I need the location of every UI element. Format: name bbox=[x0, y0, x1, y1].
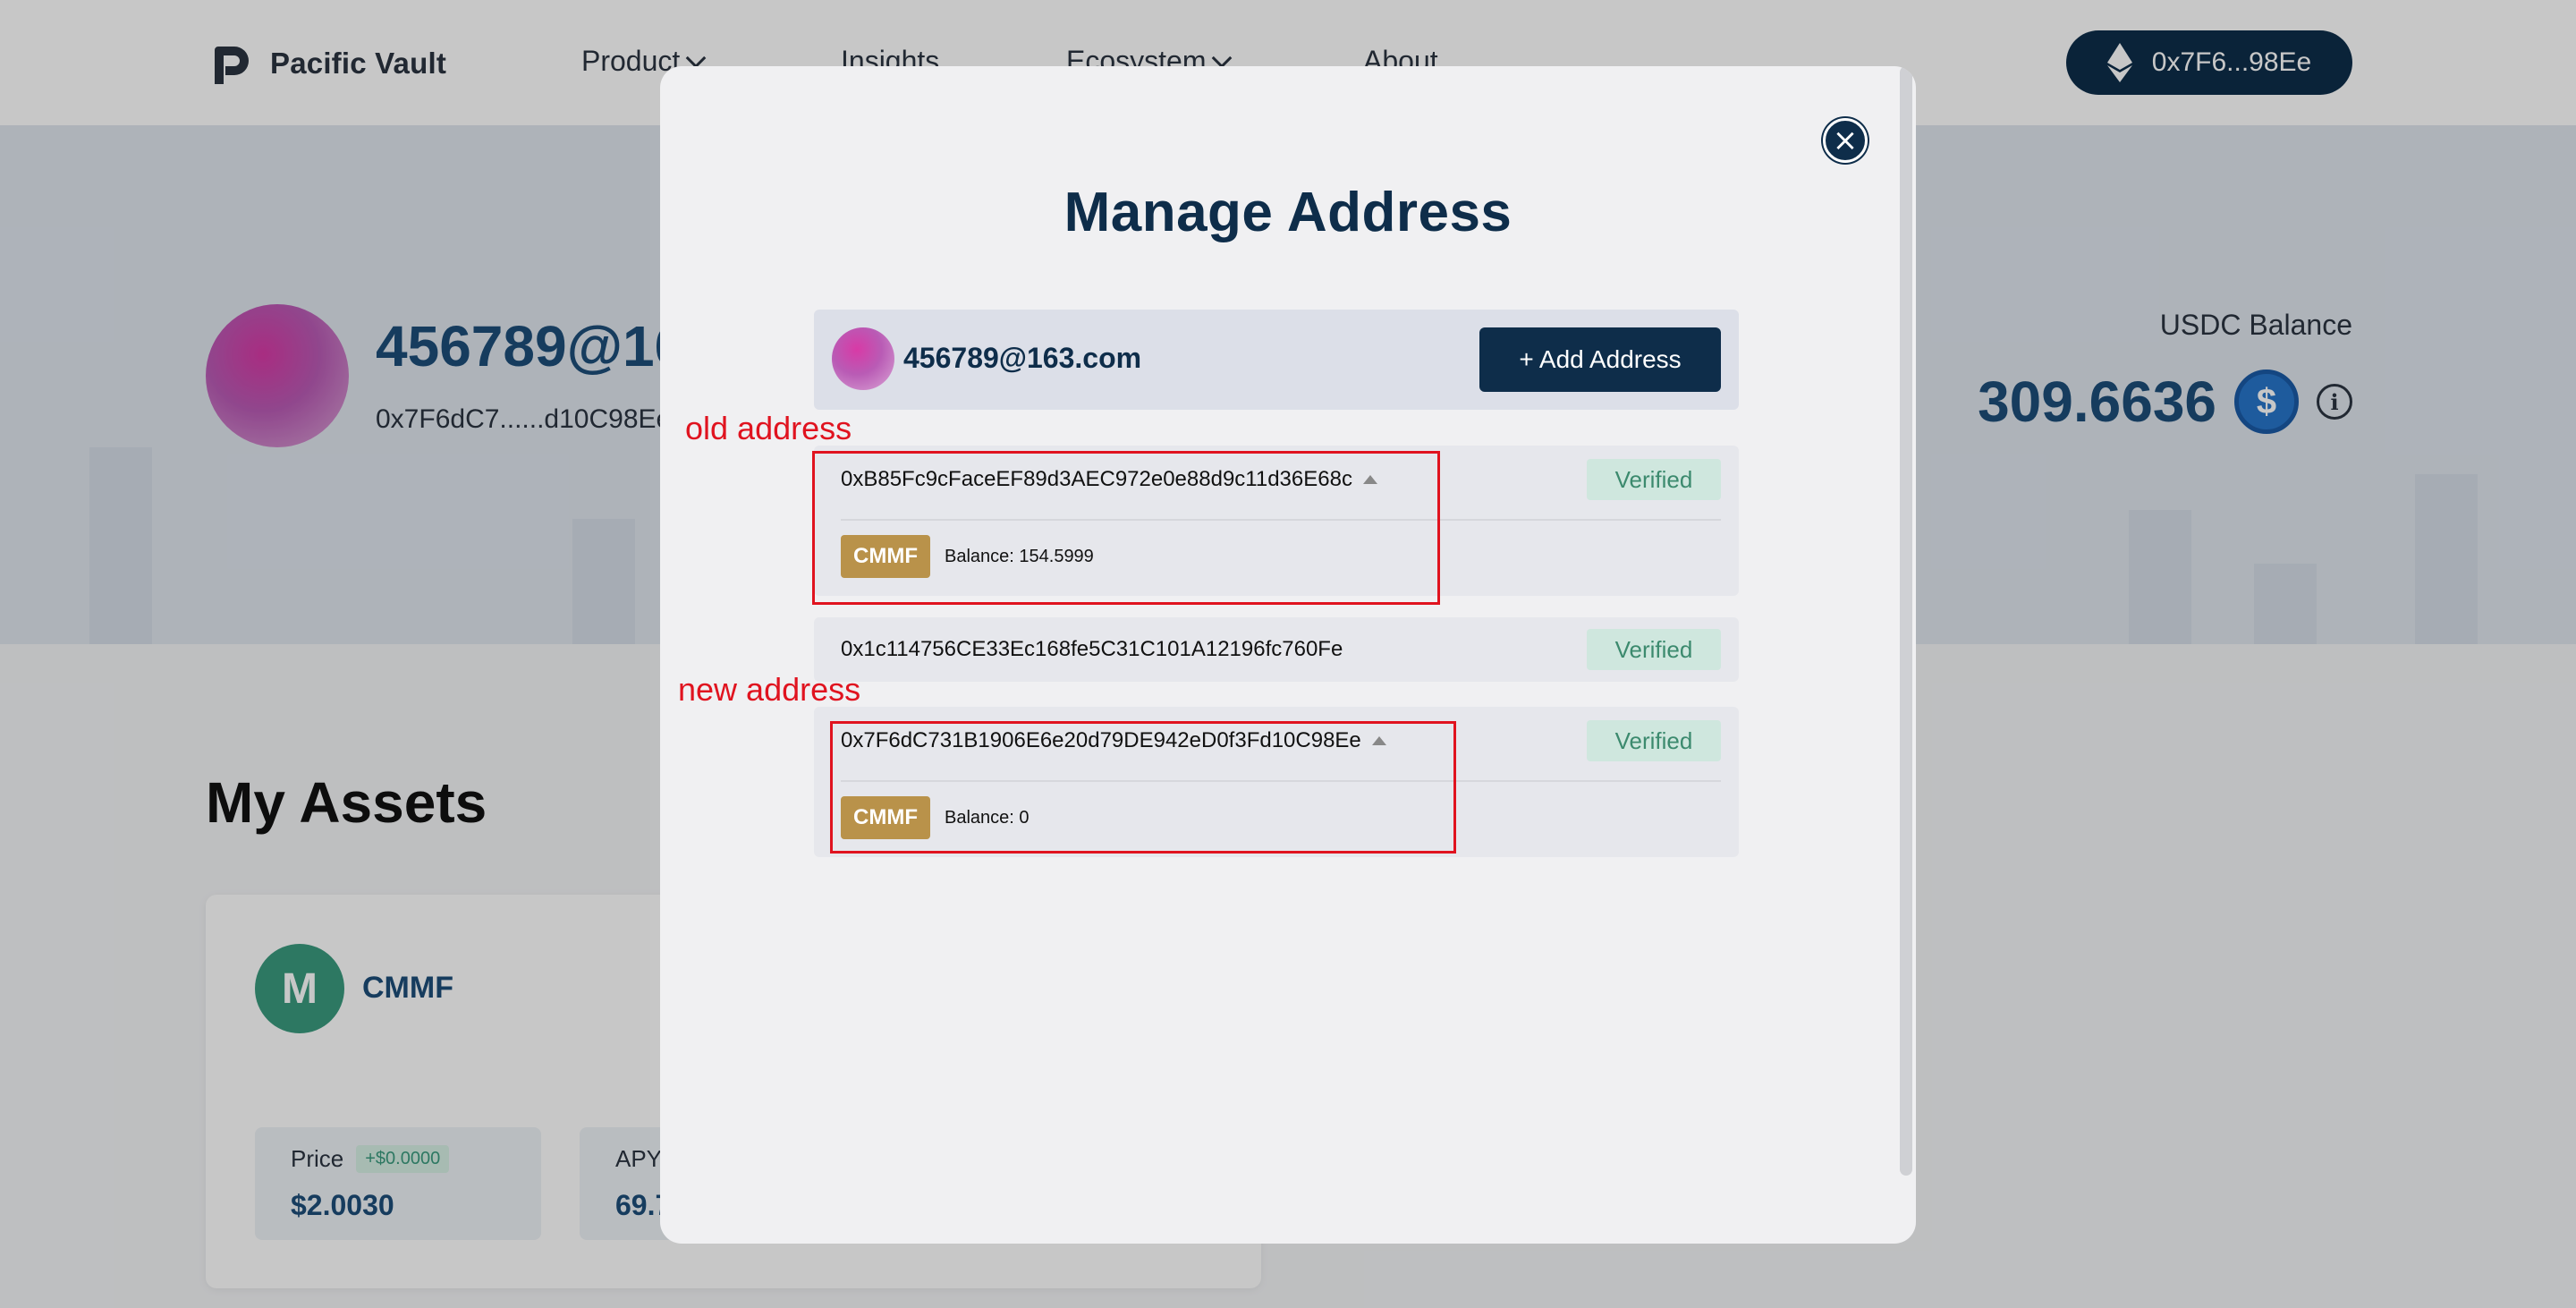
close-icon[interactable]: × bbox=[1823, 118, 1868, 163]
address-value: 0x1c114756CE33Ec168fe5C31C101A12196fc760… bbox=[841, 637, 1343, 661]
avatar bbox=[832, 327, 894, 390]
old-address-highlight bbox=[812, 451, 1440, 605]
address-row[interactable]: 0x1c114756CE33Ec168fe5C31C101A12196fc760… bbox=[841, 623, 1721, 676]
modal-title: Manage Address bbox=[1063, 182, 1513, 243]
new-address-highlight bbox=[830, 721, 1456, 854]
verified-badge: Verified bbox=[1587, 629, 1721, 670]
account-email: 456789@163.com bbox=[903, 342, 1142, 374]
verified-badge: Verified bbox=[1587, 720, 1721, 761]
new-address-annotation: new address bbox=[678, 671, 861, 708]
address-card: 0x1c114756CE33Ec168fe5C31C101A12196fc760… bbox=[814, 617, 1739, 682]
add-address-button[interactable]: + Add Address bbox=[1479, 327, 1721, 392]
verified-badge: Verified bbox=[1587, 459, 1721, 500]
account-header: 456789@163.com + Add Address bbox=[814, 310, 1739, 410]
manage-address-modal: × Manage Address 456789@163.com + Add Ad… bbox=[660, 66, 1916, 1244]
old-address-annotation: old address bbox=[685, 410, 852, 446]
